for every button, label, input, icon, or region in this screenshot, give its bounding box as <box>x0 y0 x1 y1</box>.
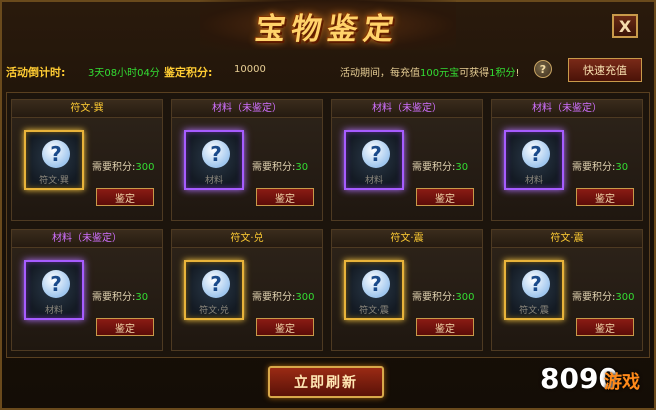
countdown-value: 3天08小时04分 <box>88 68 160 79</box>
cost-value: 30 <box>615 162 629 173</box>
item-slot[interactable]: ? 材料 <box>504 130 564 190</box>
item-slot[interactable]: ? 材料 <box>184 130 244 190</box>
required-points: 需要积分:30 <box>572 158 628 173</box>
slot-label: 符文·巽 <box>39 176 69 186</box>
item-title: 符文·巽 <box>12 100 162 118</box>
item-card: 符文·震? 符文·震 需要积分:300 鉴定 <box>331 229 483 351</box>
item-title: 材料（未鉴定） <box>492 100 642 118</box>
item-slot[interactable]: ? 符文·兑 <box>184 260 244 320</box>
watermark-text: 游戏 <box>604 372 640 393</box>
cost-label: 需要积分: <box>572 162 616 173</box>
quick-recharge-button[interactable]: 快速充值 <box>568 58 642 82</box>
required-points: 需要积分:300 <box>572 288 634 303</box>
item-card: 材料（未鉴定）? 材料 需要积分:30 鉴定 <box>331 99 483 221</box>
item-title: 材料（未鉴定） <box>332 100 482 118</box>
cost-value: 30 <box>455 162 469 173</box>
question-mark-icon: ? <box>522 140 550 168</box>
slot-label: 材料 <box>524 176 543 186</box>
cost-value: 300 <box>615 292 635 303</box>
promo-amount: 100元宝 <box>420 68 460 79</box>
item-title: 符文·震 <box>492 230 642 248</box>
cost-label: 需要积分: <box>252 162 296 173</box>
slot-label: 材料 <box>364 176 383 186</box>
identify-button[interactable]: 鉴定 <box>96 188 154 206</box>
item-card: 材料（未鉴定）? 材料 需要积分:30 鉴定 <box>491 99 643 221</box>
identify-button[interactable]: 鉴定 <box>576 318 634 336</box>
item-title: 材料（未鉴定） <box>12 230 162 248</box>
cost-value: 30 <box>295 162 309 173</box>
refresh-now-button[interactable]: 立即刷新 <box>268 366 384 398</box>
identify-button[interactable]: 鉴定 <box>416 318 474 336</box>
question-mark-icon: ? <box>42 140 70 168</box>
item-title: 符文·兑 <box>172 230 322 248</box>
required-points: 需要积分:300 <box>252 288 314 303</box>
window-title: 宝物鉴定 <box>253 12 402 47</box>
required-points: 需要积分:30 <box>252 158 308 173</box>
cost-label: 需要积分: <box>572 292 616 303</box>
cost-label: 需要积分: <box>252 292 296 303</box>
points-value: 10000 <box>234 64 266 75</box>
cost-label: 需要积分: <box>412 162 456 173</box>
promo-mid: 可获得 <box>459 68 490 79</box>
item-slot[interactable]: ? 材料 <box>344 130 404 190</box>
identify-button[interactable]: 鉴定 <box>256 188 314 206</box>
cost-value: 300 <box>295 292 315 303</box>
site-watermark: 8090 游戏 <box>540 358 650 402</box>
identify-button[interactable]: 鉴定 <box>256 318 314 336</box>
question-mark-icon: ? <box>362 270 390 298</box>
item-slot[interactable]: ? 符文·震 <box>504 260 564 320</box>
slot-label: 材料 <box>204 176 223 186</box>
question-mark-icon: ? <box>362 140 390 168</box>
item-card: 符文·震? 符文·震 需要积分:300 鉴定 <box>491 229 643 351</box>
help-icon[interactable]: ? <box>534 60 552 78</box>
info-bar: 活动倒计时: 3天08小时04分 鉴定积分: 10000 活动期间，每充值100… <box>6 58 650 84</box>
promo-points: 1积分 <box>489 68 516 79</box>
item-slot[interactable]: ? 符文·震 <box>344 260 404 320</box>
points-label: 鉴定积分: <box>164 66 213 79</box>
promo-suffix: ! <box>515 68 520 79</box>
required-points: 需要积分:30 <box>412 158 468 173</box>
cost-label: 需要积分: <box>412 292 456 303</box>
cost-value: 300 <box>455 292 475 303</box>
cost-value: 300 <box>135 162 155 173</box>
identify-button[interactable]: 鉴定 <box>416 188 474 206</box>
cost-label: 需要积分: <box>92 162 136 173</box>
required-points: 需要积分:300 <box>412 288 474 303</box>
promo-prefix: 活动期间，每充值 <box>340 68 420 79</box>
slot-label: 材料 <box>44 306 63 316</box>
item-card: 材料（未鉴定）? 材料 需要积分:30 鉴定 <box>171 99 323 221</box>
promo-text: 活动期间，每充值100元宝可获得1积分! <box>340 64 519 79</box>
item-slot[interactable]: ? 材料 <box>24 260 84 320</box>
item-title: 符文·震 <box>332 230 482 248</box>
countdown-label: 活动倒计时: <box>6 66 66 79</box>
slot-label: 符文·兑 <box>199 306 229 316</box>
item-slot[interactable]: ? 符文·巽 <box>24 130 84 190</box>
item-title: 材料（未鉴定） <box>172 100 322 118</box>
identify-button[interactable]: 鉴定 <box>576 188 634 206</box>
cost-value: 30 <box>135 292 149 303</box>
slot-label: 符文·震 <box>519 306 549 316</box>
question-mark-icon: ? <box>202 270 230 298</box>
slot-label: 符文·震 <box>359 306 389 316</box>
item-card: 材料（未鉴定）? 材料 需要积分:30 鉴定 <box>11 229 163 351</box>
item-card: 符文·巽? 符文·巽 需要积分:300 鉴定 <box>11 99 163 221</box>
question-mark-icon: ? <box>42 270 70 298</box>
question-mark-icon: ? <box>522 270 550 298</box>
required-points: 需要积分:300 <box>92 158 154 173</box>
item-card: 符文·兑? 符文·兑 需要积分:300 鉴定 <box>171 229 323 351</box>
identify-button[interactable]: 鉴定 <box>96 318 154 336</box>
required-points: 需要积分:30 <box>92 288 148 303</box>
question-mark-icon: ? <box>202 140 230 168</box>
close-button[interactable]: X <box>612 14 638 38</box>
item-grid: 符文·巽? 符文·巽 需要积分:300 鉴定 材料（未鉴定）? 材料 需要积分:30 鉴定 材料… <box>6 92 650 358</box>
cost-label: 需要积分: <box>92 292 136 303</box>
